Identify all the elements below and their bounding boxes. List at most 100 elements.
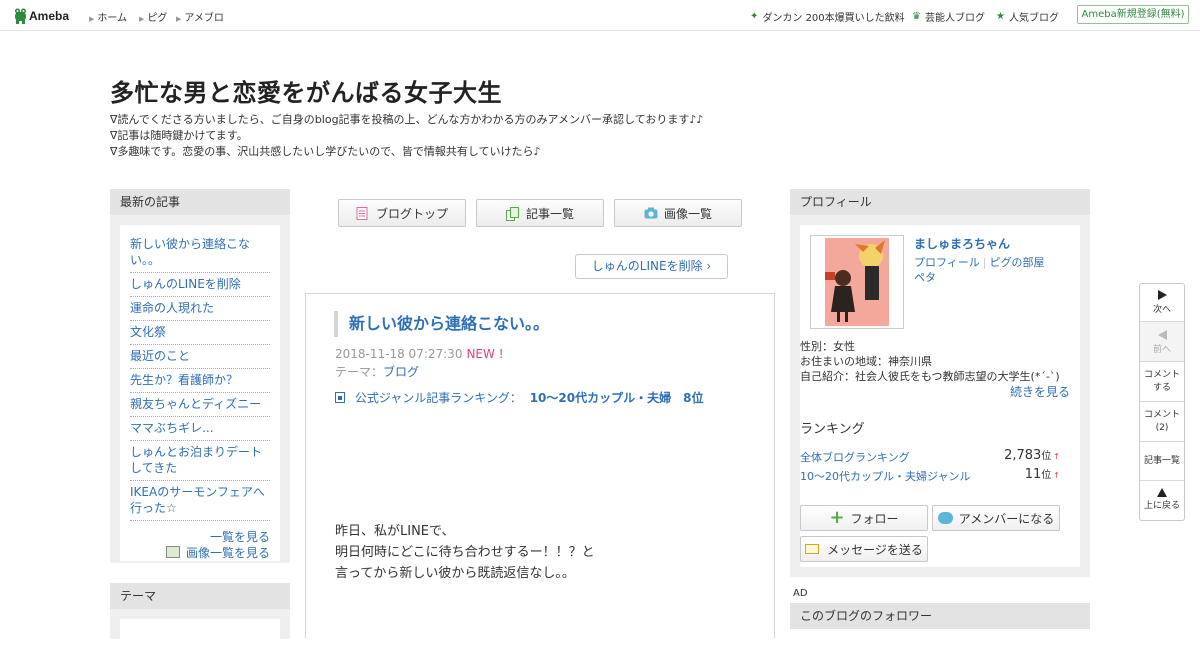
amember-button[interactable]: アメンバーになる (932, 505, 1060, 531)
article-link[interactable]: 文化祭 (130, 321, 270, 345)
theme-heading: テーマ (110, 583, 290, 609)
article-link[interactable]: IKEAのサーモンフェアへ行った☆ (130, 481, 270, 521)
ameba-frog-icon (14, 8, 27, 24)
float-article-list-button[interactable]: 記事一覧 (1140, 442, 1184, 481)
nav-home-link[interactable]: ▶ ホーム (89, 9, 127, 24)
next-post-button[interactable]: しゅんのLINEを削除 › (575, 254, 728, 279)
document-icon (356, 206, 368, 220)
comment-label-2: する (1152, 383, 1171, 393)
rank-all-value: 2,783位 ↑ (1004, 447, 1060, 463)
latest-articles-box: 新しい彼から連絡こない。。 しゅんのLINEを削除 運命の人現れた 文化祭 最近… (110, 215, 290, 563)
peta-link[interactable]: ペタ (914, 271, 936, 284)
profile-heading: プロフィール (790, 189, 1090, 215)
nav-pig-link[interactable]: ▶ ピグ (139, 9, 167, 24)
profile-card: ましゅまろちゃん プロフィール | ピグの部屋 ペタ 性別：女性 お住まいの地域：神… (800, 225, 1080, 567)
crown-icon: ♛ (912, 11, 921, 22)
nav-ameblo-link[interactable]: ▶ アメブロ (176, 9, 224, 24)
prev-article-button[interactable]: 前へ (1140, 322, 1184, 362)
comments-count: (2) (1155, 423, 1169, 433)
ranking-heading: ランキング (800, 422, 865, 437)
rank-all-number: 2,783 (1004, 448, 1042, 463)
next-label: 次へ (1152, 305, 1171, 315)
profile-links: プロフィール | ピグの部屋 ペタ (914, 255, 1045, 285)
profile-name[interactable]: ましゅまろちゃん (914, 235, 1010, 252)
genre-ranking-link[interactable]: 公式ジャンル記事ランキング： 10〜20代カップル・夫婦 8位 (335, 389, 703, 406)
post-meta: 2018-11-18 07:27:30 NEW ! (335, 347, 504, 361)
see-images-label: 画像一覧を見る (185, 546, 270, 560)
article-link[interactable]: 親友ちゃんとディズニー (130, 393, 270, 417)
theme-link[interactable]: ブログ (383, 365, 419, 379)
next-article-button[interactable]: 次へ (1140, 284, 1184, 322)
nav-home-label: ホーム (97, 13, 128, 24)
triangle-left-icon (1157, 330, 1167, 340)
avatar[interactable] (810, 235, 904, 329)
theme-list (120, 619, 280, 649)
image-list-icon (165, 546, 180, 558)
rank-up-icon: ↑ (1053, 471, 1060, 480)
article-link[interactable]: ママぶちギレ... (130, 417, 270, 441)
blog-description: ∇読んでくださる方いましたら、ご自身のblog記事を投稿の上、どんな方かわかる方… (110, 112, 703, 160)
post-body: 昨日、私がLINEで、 明日何時にどこに待ち合わせするー！！？と 言ってから新し… (335, 521, 595, 584)
body-line: 明日何時にどこに待ち合わせするー！！？と (335, 545, 595, 560)
back-to-top-button[interactable]: 上に戻る (1140, 481, 1184, 521)
plus-icon: + (829, 507, 845, 528)
article-list-button[interactable]: 記事一覧 (476, 199, 604, 227)
body-line: 昨日、私がLINEで、 (335, 524, 455, 539)
ranking-row-genre[interactable]: 10〜20代カップル・夫婦ジャンル 11位 ↑ (800, 466, 1070, 484)
article-link[interactable]: 先生か？看護師か？ (130, 369, 270, 393)
ranking-label: 公式ジャンル記事ランキング： (354, 391, 522, 405)
pig-room-link[interactable]: ピグの部屋 (990, 256, 1045, 269)
triangle-up-icon (1157, 488, 1167, 497)
comment-button[interactable]: コメント する (1140, 362, 1184, 402)
comments-count-button[interactable]: コメント (2) (1140, 402, 1184, 442)
article-link[interactable]: 新しい彼から連絡こない。。 (130, 233, 270, 273)
ranking-value: 10〜20代カップル・夫婦 8位 (529, 391, 704, 405)
message-button[interactable]: メッセージを送る (800, 536, 928, 562)
promo-link[interactable]: ✦ ダンカン 200本爆買いした飲料 (750, 9, 905, 24)
sparkle-icon: ✦ (750, 11, 759, 22)
triangle-right-icon: ▶ (176, 15, 182, 23)
rank-up-icon: ↑ (1053, 452, 1060, 461)
see-images-link[interactable]: 画像一覧を見る (165, 544, 270, 561)
profile-more-link[interactable]: 続きを見る (1010, 383, 1070, 400)
image-list-label: 画像一覧 (663, 206, 712, 221)
ranking-row-all[interactable]: 全体ブログランキング 2,783位 ↑ (800, 447, 1070, 465)
post-date: 2018-11-18 07:27:30 (335, 347, 463, 361)
avatar-image (825, 238, 889, 326)
blog-post: 新しい彼から連絡こない。。 2018-11-18 07:27:30 NEW ! テ… (305, 293, 775, 638)
celeb-blog-link[interactable]: ♛ 芸能人ブログ (912, 9, 985, 24)
desc-line: ∇多趣味です。恋愛の事、沢山共感したいし学びたいので、皆で情報共有していけたら♪ (110, 145, 541, 158)
article-link[interactable]: しゅんのLINEを削除 (130, 273, 270, 297)
post-title[interactable]: 新しい彼から連絡こない。。 (334, 311, 549, 337)
article-link[interactable]: しゅんとお泊まりデートしてきた (130, 441, 270, 481)
image-list-button[interactable]: 画像一覧 (614, 199, 742, 227)
follow-button[interactable]: + フォロー (800, 505, 928, 531)
followers-heading: このブログのフォロワー (790, 603, 1090, 629)
article-link[interactable]: 運命の人現れた (130, 297, 270, 321)
camera-icon (644, 207, 658, 220)
chat-icon (937, 512, 953, 524)
global-header: Ameba ▶ ホーム ▶ ピグ ▶ アメブロ ✦ ダンカン 200本爆買いした飲料 ♛… (0, 0, 1200, 31)
blog-top-button[interactable]: ブログトップ (338, 199, 466, 227)
comments-label: コメント (1143, 410, 1180, 420)
ameba-logo[interactable]: Ameba (14, 7, 69, 25)
nav-pig-label: ピグ (147, 13, 168, 24)
logo-wordmark: Ameba (29, 9, 70, 23)
theme-box (110, 609, 290, 649)
blog-title[interactable]: 多忙な男と恋愛をがんばる女子大生 (110, 73, 502, 108)
register-button[interactable]: Ameba新規登録(無料) (1077, 5, 1189, 24)
profile-box: ましゅまろちゃん プロフィール | ピグの部屋 ペタ 性別：女性 お住まいの地域：神… (790, 215, 1090, 577)
rank-unit: 位 (1041, 451, 1052, 462)
see-all-link[interactable]: 一覧を見る (210, 528, 270, 545)
article-link[interactable]: 最近のこと (130, 345, 270, 369)
top-label: 上に戻る (1143, 501, 1180, 511)
copy-icon (505, 206, 519, 221)
popular-blog-label: 人気ブログ (1008, 13, 1059, 24)
rank-genre-number: 11 (1024, 467, 1042, 482)
blog-top-label: ブログトップ (375, 206, 448, 221)
triangle-right-icon: ▶ (89, 15, 95, 23)
popular-blog-link[interactable]: ★ 人気ブログ (996, 9, 1059, 24)
profile-link[interactable]: プロフィール (914, 256, 980, 269)
rank-genre-value: 11位 ↑ (1025, 466, 1060, 482)
body-line: 言ってから新しい彼から既読返信なし。。 (335, 566, 575, 581)
